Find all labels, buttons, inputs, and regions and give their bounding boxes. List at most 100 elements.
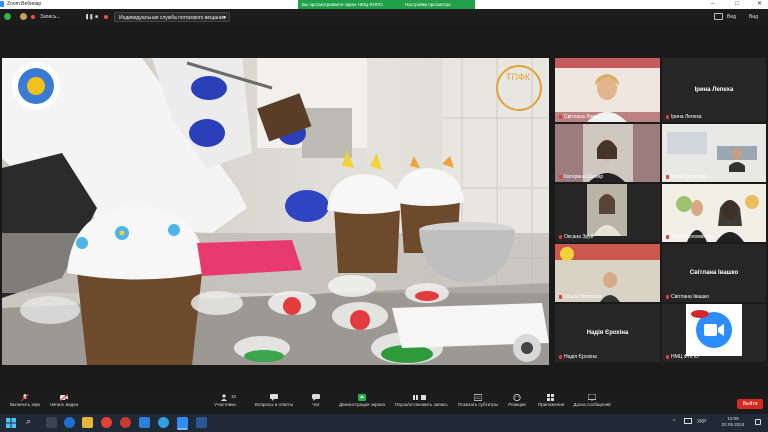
participant-count-badge: 10: [231, 394, 237, 399]
apps-icon: [547, 394, 554, 401]
whiteboard-icon: [588, 394, 596, 401]
record-button[interactable]: Пауза/остановить запись: [395, 392, 448, 408]
battery-icon: [684, 418, 692, 424]
tray-chevron-icon[interactable]: ^: [673, 419, 675, 425]
share-screen-icon: [358, 394, 366, 401]
app-title: Zoom Вебинар: [7, 1, 42, 7]
participant-display-name: Світлана Івашко: [689, 270, 739, 276]
participant-tile[interactable]: Надія Єрохіна Надія Єрохіна: [555, 304, 660, 362]
search-icon[interactable]: ⌕: [26, 416, 31, 427]
start-video-button[interactable]: Начать видео: [39, 392, 89, 408]
participant-tile[interactable]: Катерина Шумар: [555, 124, 660, 182]
participant-display-name: Надія Єрохіна: [586, 330, 629, 336]
chat-button[interactable]: Чат: [291, 392, 341, 408]
participant-name: Оксана Зруй: [559, 234, 593, 240]
whiteboard-button[interactable]: Доска сообщений: [567, 392, 617, 408]
exit-button[interactable]: Выйти: [737, 399, 763, 409]
participant-logo: [686, 304, 742, 356]
word-icon[interactable]: [196, 417, 207, 428]
participant-tile[interactable]: Ірина Остапчук: [662, 124, 766, 182]
title-bar: Zoom Вебинар Вы просматриваете экран НМЦ…: [0, 0, 768, 9]
file-explorer-icon[interactable]: [82, 417, 93, 428]
mic-muted-icon: [666, 234, 669, 239]
mic-muted-icon: [666, 114, 669, 119]
chat-icon: [312, 394, 320, 401]
clock[interactable]: 10:09 02.05.2024: [718, 416, 748, 428]
participant-name: Надія Єрохіна: [559, 354, 597, 360]
zoom-camera-icon: [691, 310, 732, 348]
opera-icon[interactable]: [120, 417, 131, 428]
close-icon[interactable]: ✕: [757, 0, 762, 9]
mic-muted-icon: [559, 174, 562, 179]
mic-muted-icon: [666, 294, 669, 299]
participants-icon: [221, 394, 227, 401]
participant-name: Ольга Пелехата: [559, 294, 601, 300]
mic-muted-icon: [559, 114, 562, 119]
cc-icon: CC: [474, 394, 482, 401]
participant-display-name: Ірина Лепеха: [694, 87, 734, 93]
grid-icon[interactable]: [714, 13, 723, 20]
record-indicator-icon: [31, 15, 35, 19]
notifications-icon[interactable]: [755, 419, 761, 425]
top-toolbar: Запись... ❚❚ ■ Индивидуальная служба пот…: [0, 9, 768, 25]
participant-name: Світлана Ловас: [559, 114, 600, 120]
participant-tile[interactable]: Світлана Ловас: [555, 58, 660, 122]
participant-name: Катерина Шумар: [559, 174, 603, 180]
zoom-logo-icon: [0, 1, 4, 7]
stream-select-value: Индивидуальная служба потокового вещания: [119, 15, 226, 21]
mail-icon[interactable]: [139, 417, 150, 428]
participant-tile[interactable]: Марія Коломійчук: [662, 184, 766, 242]
participant-tile[interactable]: Ірина Лепеха Ірина Лепеха: [662, 58, 766, 122]
mic-muted-icon: [559, 234, 562, 239]
os-taskbar: ⌕ ^ УКР 10:09 02.05.2024: [0, 414, 768, 432]
participant-name: Ірина Лепеха: [666, 114, 702, 120]
recording-label: Запись...: [40, 14, 61, 20]
stream-service-select[interactable]: Индивидуальная служба потокового вещания…: [114, 12, 230, 22]
edge-icon[interactable]: [64, 417, 75, 428]
minimize-icon[interactable]: –: [711, 0, 714, 9]
shield-icon[interactable]: [4, 13, 11, 20]
layout-label: Вид: [727, 14, 737, 20]
windows-start-icon[interactable]: [6, 418, 16, 428]
telegram-icon[interactable]: [158, 417, 169, 428]
video-off-icon: [60, 394, 68, 401]
video-frame: ТПФК: [2, 58, 549, 365]
mic-muted-icon: [666, 174, 669, 179]
participant-name: Ірина Остапчук: [666, 174, 706, 180]
share-banner: Вы просматриваете экран НМЦ ФНПО: [298, 0, 402, 9]
participants-button[interactable]: 10 Участники: [200, 392, 250, 408]
svg-text:CC: CC: [475, 395, 481, 400]
language-indicator[interactable]: УКР: [697, 419, 706, 425]
participant-video: [555, 58, 660, 122]
participant-tile[interactable]: Оксана Зруй: [555, 184, 660, 242]
participant-name: Марія Коломійчук: [666, 234, 712, 240]
view-button[interactable]: Вид: [749, 12, 758, 22]
mic-muted-icon: [559, 294, 562, 299]
participant-name: Світлана Івашко: [666, 294, 709, 300]
meeting-controls: Включить звук Начать видео 10 Участники …: [0, 392, 768, 414]
shared-screen-video: ТПФК: [2, 58, 549, 365]
mic-muted-icon: [21, 394, 29, 401]
task-view-icon[interactable]: [46, 417, 57, 428]
record-icon: [413, 395, 426, 400]
stop-icon[interactable]: ■: [95, 12, 98, 22]
live-dot-icon: [104, 15, 108, 19]
qa-icon: [270, 394, 278, 401]
mic-muted-icon: [666, 354, 669, 359]
reaction-icon: [513, 394, 521, 401]
chrome-icon[interactable]: [101, 417, 112, 428]
zoom-taskbar-icon[interactable]: [177, 417, 188, 430]
participant-tile[interactable]: Ольга Пелехата: [555, 244, 660, 302]
pause-icon[interactable]: ❚❚: [85, 12, 93, 22]
mic-muted-icon: [559, 354, 562, 359]
svg-text:ТПФК: ТПФК: [506, 72, 531, 82]
clock-date: 02.05.2024: [721, 422, 745, 427]
share-screen-button[interactable]: Демонстрация экрана: [337, 392, 387, 408]
view-options-button[interactable]: Настройки просмотра: [401, 0, 475, 9]
participant-tile[interactable]: НМЦ ФНПО: [662, 304, 766, 362]
participant-name: НМЦ ФНПО: [666, 354, 699, 360]
info-icon[interactable]: [20, 13, 27, 20]
maximize-icon[interactable]: □: [735, 0, 739, 9]
participant-tile[interactable]: Світлана Івашко Світлана Івашко: [662, 244, 766, 302]
chevron-down-icon: ▾: [223, 15, 226, 21]
